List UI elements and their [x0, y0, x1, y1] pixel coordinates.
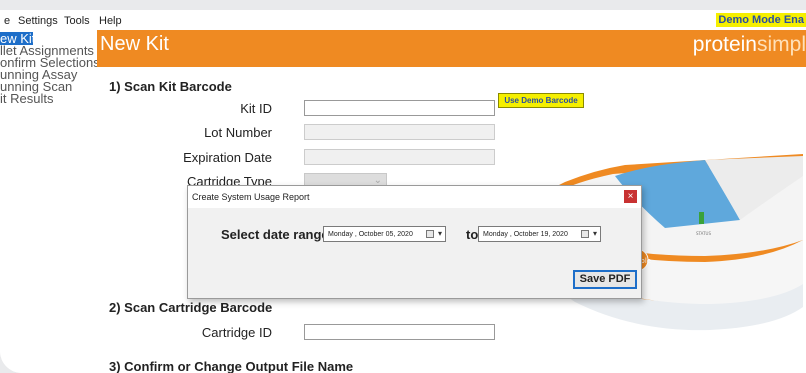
end-date-value: Monday , October 19, 2020: [483, 231, 568, 238]
demo-mode-badge: Demo Mode Ena: [716, 13, 806, 27]
calendar-icon: [581, 230, 589, 238]
dropdown-arrow-icon: ▾: [592, 229, 597, 238]
expiration-date-field: [304, 149, 495, 165]
start-date-value: Monday , October 05, 2020: [328, 231, 413, 238]
kit-id-label: Kit ID: [240, 101, 272, 116]
menu-file[interactable]: e: [4, 15, 10, 27]
svg-text:STATUS: STATUS: [696, 231, 711, 236]
dialog-title-bar: Create System Usage Report ×: [188, 186, 641, 208]
calendar-icon: [426, 230, 434, 238]
end-date-picker[interactable]: Monday , October 19, 2020 ▾: [478, 226, 601, 242]
menu-settings[interactable]: Settings: [18, 15, 58, 27]
page-title: New Kit: [100, 33, 169, 55]
save-pdf-button[interactable]: Save PDF: [573, 270, 637, 289]
section-scan-cartridge-title: 2) Scan Cartridge Barcode: [109, 300, 273, 315]
menu-help[interactable]: Help: [99, 15, 122, 27]
usage-report-dialog: Create System Usage Report × Select date…: [187, 185, 642, 299]
sidebar: ew Kit llet Assignments onfirm Selection…: [0, 30, 100, 373]
close-icon[interactable]: ×: [624, 190, 637, 203]
dropdown-arrow-icon: ▾: [437, 229, 442, 238]
section-scan-kit-title: 1) Scan Kit Barcode: [109, 79, 232, 94]
lot-number-label: Lot Number: [204, 125, 272, 140]
sidebar-item-kit-results[interactable]: it Results: [0, 92, 53, 105]
kit-id-input[interactable]: [304, 100, 495, 116]
section-output-file-title: 3) Confirm or Change Output File Name: [109, 359, 354, 373]
app-window: e Settings Tools Help Demo Mode Ena ew K…: [0, 10, 806, 373]
to-label: to: [466, 227, 479, 242]
expiration-date-label: Expiration Date: [183, 150, 272, 165]
brand-logo: proteinsimpl: [692, 33, 806, 56]
page-header: New Kit proteinsimpl: [97, 30, 806, 67]
cartridge-id-label: Cartridge ID: [201, 325, 272, 340]
lot-number-field: [304, 124, 495, 140]
dialog-title: Create System Usage Report: [192, 192, 310, 202]
cartridge-id-input[interactable]: [304, 324, 495, 340]
menu-tools[interactable]: Tools: [64, 15, 90, 27]
use-demo-barcode-button[interactable]: Use Demo Barcode: [498, 93, 584, 108]
start-date-picker[interactable]: Monday , October 05, 2020 ▾: [323, 226, 446, 242]
date-range-label: Select date range:: [221, 227, 332, 242]
menu-bar: e Settings Tools Help Demo Mode Ena: [0, 10, 806, 30]
